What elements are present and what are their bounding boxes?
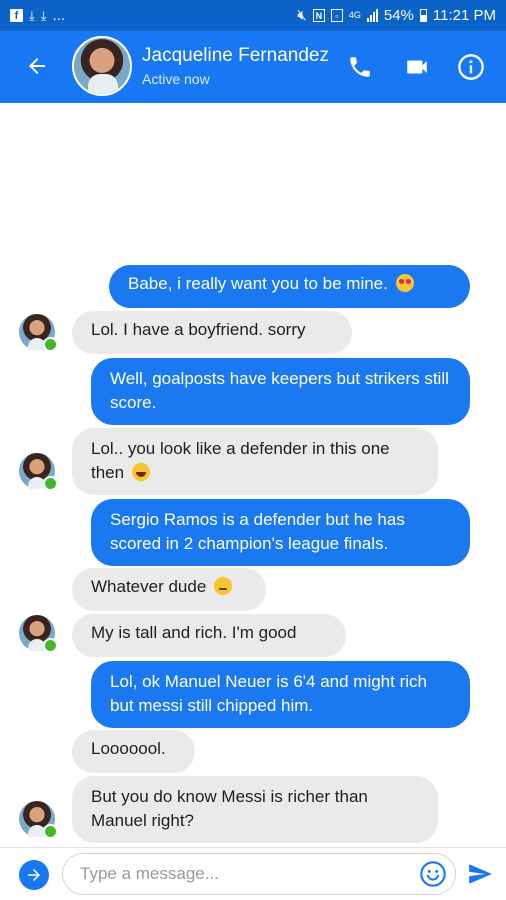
- mute-icon: 🔇︎: [297, 7, 307, 24]
- battery-icon: [419, 9, 427, 22]
- message-bubble-incoming[interactable]: My is tall and rich. I'm good: [72, 614, 346, 657]
- message-bubble-outgoing[interactable]: Well, goalposts have keepers but striker…: [91, 358, 470, 425]
- battery-percent: 54%: [383, 7, 414, 24]
- message-bubble-incoming[interactable]: Lol.. you look like a defender in this o…: [72, 428, 438, 495]
- notification-icons: f ⤓ ⤓ ...: [10, 7, 65, 24]
- network-type: 4G: [348, 10, 361, 20]
- message-bubble-incoming[interactable]: Whatever dude: [72, 568, 266, 611]
- message-text: Babe, i really want you to be mine.: [128, 274, 388, 293]
- rolling-laughing-emoji-icon: [131, 463, 150, 481]
- message-composer: [0, 847, 506, 900]
- message-input[interactable]: [62, 853, 456, 895]
- contact-avatar[interactable]: [72, 36, 132, 96]
- message-text: Whatever dude: [91, 577, 207, 596]
- online-status-dot: [43, 476, 58, 491]
- online-status-dot: [43, 337, 58, 352]
- info-icon: [458, 54, 484, 80]
- expand-actions-button[interactable]: [19, 860, 49, 890]
- message-list[interactable]: Babe, i really want you to be mine. Lol.…: [0, 103, 506, 847]
- facebook-notification-icon: f: [10, 9, 23, 22]
- send-arrow-icon: [469, 864, 492, 884]
- video-call-button[interactable]: [401, 51, 433, 83]
- message-text: Sergio Ramos is a defender but he has sc…: [110, 510, 405, 553]
- contact-name[interactable]: Jacqueline Fernandez: [142, 45, 329, 67]
- signal-icon: [366, 9, 378, 22]
- heart-eyes-emoji-icon: [395, 274, 414, 292]
- video-camera-icon: [407, 60, 427, 74]
- message-bubble-incoming[interactable]: Lol. I have a boyfriend. sorry: [72, 311, 352, 354]
- clock: 11:21 PM: [432, 7, 496, 24]
- download-done-icon-2: ⤓: [40, 7, 47, 23]
- active-status: Active now: [142, 71, 210, 87]
- message-bubble-outgoing[interactable]: Lol, ok Manuel Neuer is 6'4 and might ri…: [91, 661, 470, 728]
- more-notifications-icon: ...: [52, 7, 66, 24]
- message-text: Lol. I have a boyfriend. sorry: [91, 320, 306, 339]
- phone-icon: [350, 57, 370, 77]
- message-text: But you do know Messi is richer than Man…: [91, 787, 368, 830]
- message-text: Lol, ok Manuel Neuer is 6'4 and might ri…: [110, 672, 427, 715]
- arrow-left-icon: [29, 58, 45, 74]
- info-button[interactable]: [455, 51, 487, 83]
- online-status-dot: [43, 824, 58, 839]
- message-bubble-outgoing[interactable]: Babe, i really want you to be mine.: [109, 265, 470, 308]
- contact-avatar-small[interactable]: [19, 453, 58, 491]
- download-done-icon: ⤓: [29, 7, 35, 23]
- back-button[interactable]: [22, 51, 52, 81]
- message-bubble-incoming[interactable]: Looooool.: [72, 730, 195, 773]
- smirk-emoji-icon: [214, 577, 233, 595]
- arrow-right-icon: [28, 869, 40, 881]
- contact-avatar-small[interactable]: [19, 314, 58, 352]
- system-icons: 🔇︎ N ▫ 4G 54% 11:21 PM: [297, 7, 496, 24]
- message-text: My is tall and rich. I'm good: [91, 623, 297, 642]
- contact-avatar-small[interactable]: [19, 615, 58, 653]
- smiley-icon: [420, 861, 446, 887]
- message-text: Well, goalposts have keepers but striker…: [110, 369, 449, 412]
- send-button[interactable]: [466, 861, 496, 889]
- chat-header: Jacqueline Fernandez Active now: [0, 31, 506, 103]
- nfc-icon: N: [312, 9, 325, 22]
- message-bubble-outgoing[interactable]: Sergio Ramos is a defender but he has sc…: [91, 499, 470, 566]
- voice-call-button[interactable]: [344, 51, 376, 83]
- online-status-dot: [43, 638, 58, 653]
- message-bubble-incoming[interactable]: But you do know Messi is richer than Man…: [72, 776, 438, 843]
- contact-avatar-small[interactable]: [19, 801, 58, 839]
- message-text: Looooool.: [91, 739, 166, 758]
- screenshot-icon: ▫: [330, 9, 343, 22]
- status-bar: f ⤓ ⤓ ... 🔇︎ N ▫ 4G 54% 11:21 PM: [0, 0, 506, 31]
- emoji-button[interactable]: [419, 860, 447, 888]
